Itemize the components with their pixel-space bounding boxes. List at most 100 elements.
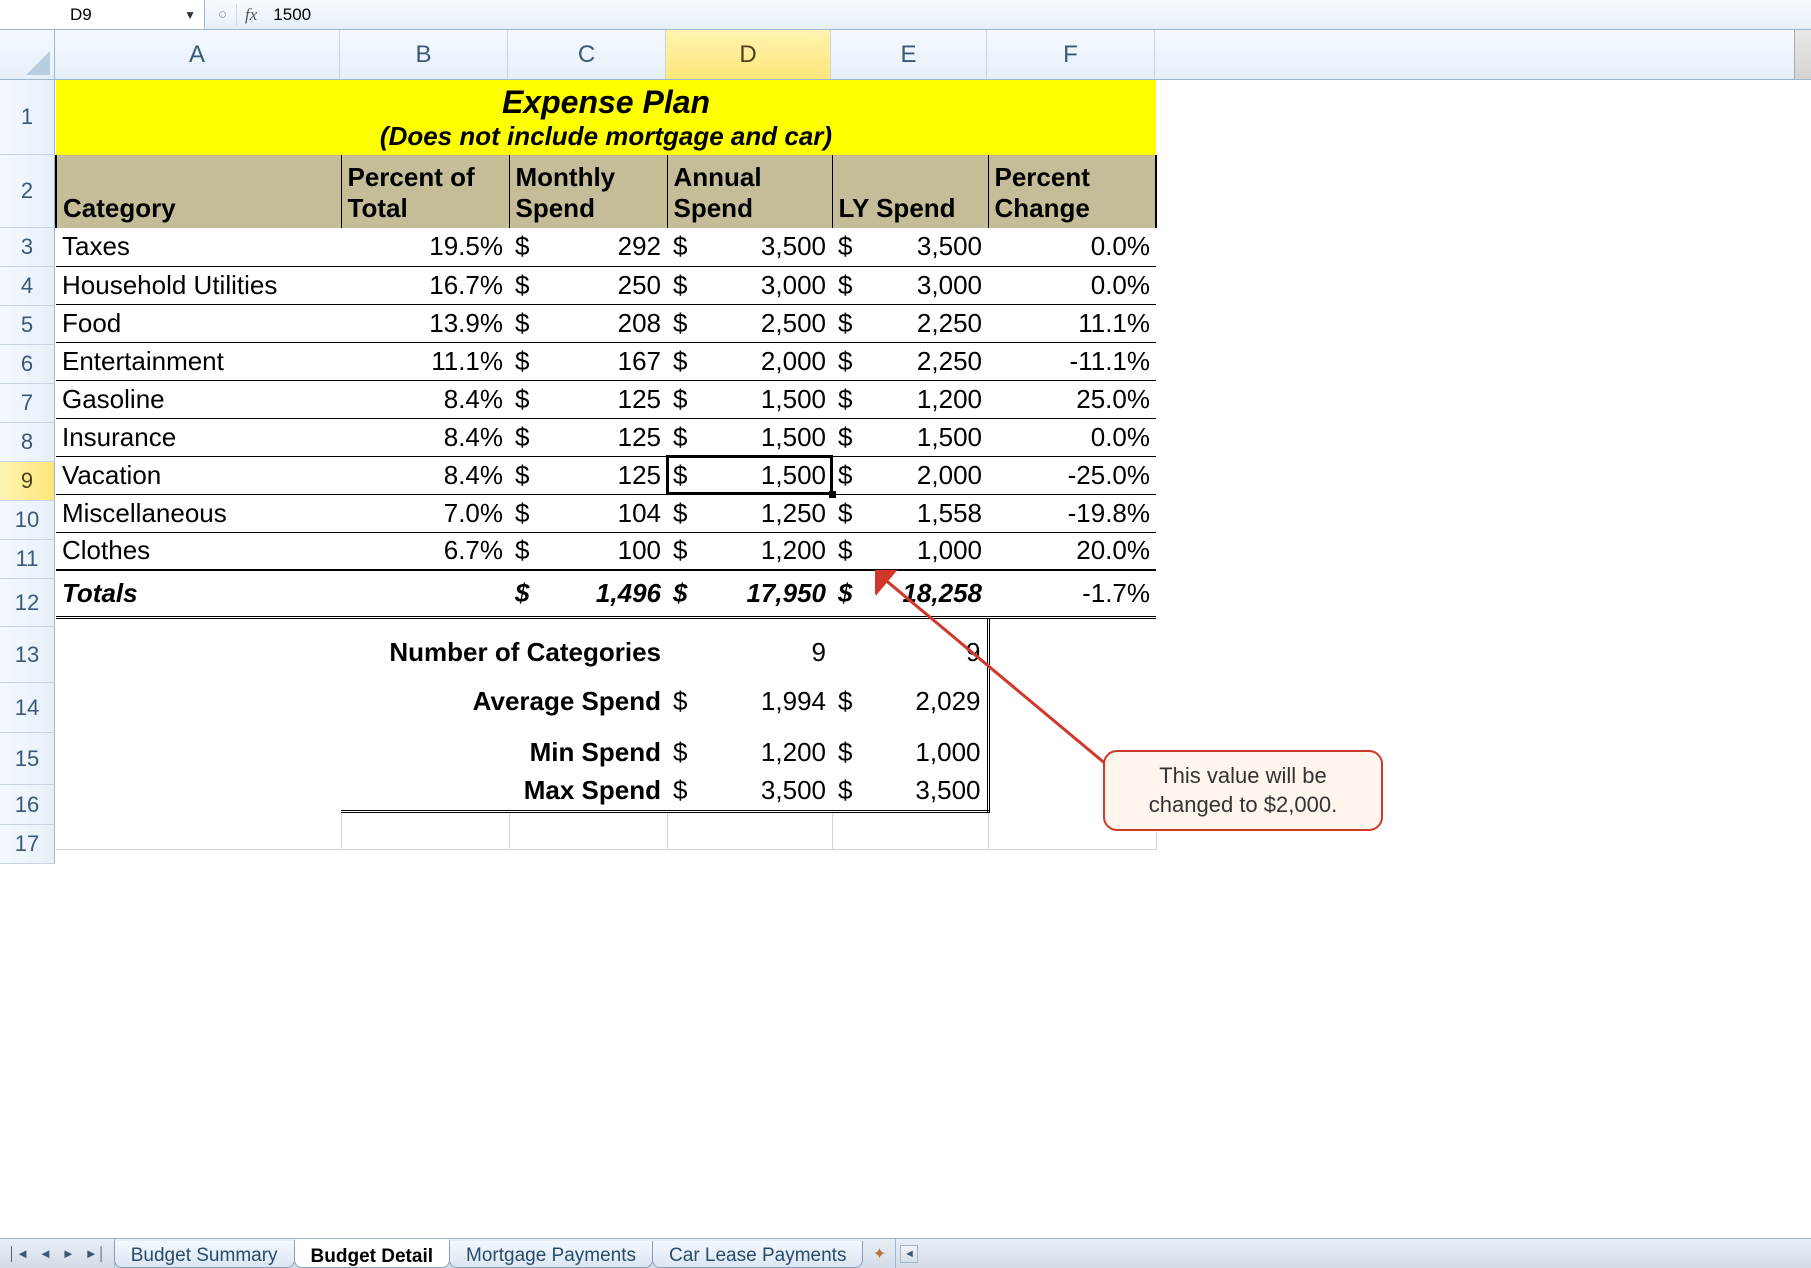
formula-input[interactable]: 1500 (261, 5, 311, 25)
row-header-8[interactable]: 8 (0, 423, 55, 462)
cell-c5[interactable]: $208 (509, 304, 667, 342)
cell-b9[interactable]: 8.4% (341, 456, 509, 494)
cell-a14[interactable] (56, 672, 341, 721)
cell-c11[interactable]: $100 (509, 532, 667, 570)
cell-f13[interactable] (988, 617, 1156, 672)
col-header-e[interactable]: E (831, 30, 987, 79)
row-header-12[interactable]: 12 (0, 579, 55, 627)
cell-d9[interactable]: $1,500 (667, 456, 832, 494)
cell-b11[interactable]: 6.7% (341, 532, 509, 570)
vertical-scrollbar[interactable] (1794, 30, 1811, 79)
select-all-corner[interactable] (0, 30, 55, 79)
cancel-formula-icon[interactable]: ○ (209, 4, 237, 26)
insert-sheet-icon[interactable]: ✦ (863, 1239, 895, 1268)
summary-min-e[interactable]: $1,000 (832, 721, 988, 772)
cell-a13[interactable] (56, 617, 341, 672)
tab-budget-detail[interactable]: Budget Detail (294, 1239, 450, 1268)
col-header-b[interactable]: B (340, 30, 508, 79)
row-header-1[interactable]: 1 (0, 80, 55, 155)
cell-b7[interactable]: 8.4% (341, 380, 509, 418)
totals-e[interactable]: $18,258 (832, 570, 988, 617)
cell-c8[interactable]: $125 (509, 418, 667, 456)
cell-a15[interactable] (56, 721, 341, 772)
summary-max-e[interactable]: $3,500 (832, 772, 988, 811)
cell-d10[interactable]: $1,250 (667, 494, 832, 532)
cell-a4[interactable]: Household Utilities (56, 266, 341, 304)
cell-f11[interactable]: 20.0% (988, 532, 1156, 570)
cell-e6[interactable]: $2,250 (832, 342, 988, 380)
summary-max-label[interactable]: Max Spend (341, 772, 667, 811)
cell-d3[interactable]: $3,500 (667, 228, 832, 266)
tab-nav-first-icon[interactable]: │◄ (6, 1246, 31, 1261)
summary-numcat-e[interactable]: 9 (832, 617, 988, 672)
row-header-5[interactable]: 5 (0, 306, 55, 345)
cell-c10[interactable]: $104 (509, 494, 667, 532)
cell-b5[interactable]: 13.9% (341, 304, 509, 342)
cell-c9[interactable]: $125 (509, 456, 667, 494)
cell-a7[interactable]: Gasoline (56, 380, 341, 418)
cell-f3[interactable]: 0.0% (988, 228, 1156, 266)
summary-min-d[interactable]: $1,200 (667, 721, 832, 772)
row-header-7[interactable]: 7 (0, 384, 55, 423)
hdr-percent[interactable]: Percent of Total (341, 155, 509, 228)
tab-car-lease-payments[interactable]: Car Lease Payments (652, 1241, 863, 1268)
totals-f[interactable]: -1.7% (988, 570, 1156, 617)
row-header-14[interactable]: 14 (0, 683, 55, 733)
row-header-15[interactable]: 15 (0, 733, 55, 785)
cell-f4[interactable]: 0.0% (988, 266, 1156, 304)
cell-e11[interactable]: $1,000 (832, 532, 988, 570)
tab-nav-prev-icon[interactable]: ◄ (37, 1246, 54, 1261)
cell-e4[interactable]: $3,000 (832, 266, 988, 304)
hdr-monthly[interactable]: Monthly Spend (509, 155, 667, 228)
cell-e8[interactable]: $1,500 (832, 418, 988, 456)
cell-f6[interactable]: -11.1% (988, 342, 1156, 380)
cell-f10[interactable]: -19.8% (988, 494, 1156, 532)
hdr-category[interactable]: Category (56, 155, 341, 228)
cell-e7[interactable]: $1,200 (832, 380, 988, 418)
hscroll-left-icon[interactable]: ◄ (900, 1245, 918, 1263)
cell-c3[interactable]: $292 (509, 228, 667, 266)
horizontal-scrollbar[interactable]: ◄ (895, 1239, 1811, 1268)
row-header-11[interactable]: 11 (0, 540, 55, 579)
totals-label[interactable]: Totals (56, 570, 341, 617)
cell-d5[interactable]: $2,500 (667, 304, 832, 342)
cell-e17[interactable] (832, 811, 988, 849)
cell-d4[interactable]: $3,000 (667, 266, 832, 304)
cell-a17[interactable] (56, 811, 341, 849)
col-header-a[interactable]: A (55, 30, 340, 79)
cell-a10[interactable]: Miscellaneous (56, 494, 341, 532)
cell-a9[interactable]: Vacation (56, 456, 341, 494)
cell-b8[interactable]: 8.4% (341, 418, 509, 456)
cell-c6[interactable]: $167 (509, 342, 667, 380)
cell-f5[interactable]: 11.1% (988, 304, 1156, 342)
tab-nav-next-icon[interactable]: ► (60, 1246, 77, 1261)
tab-budget-summary[interactable]: Budget Summary (114, 1241, 295, 1268)
cell-a16[interactable] (56, 772, 341, 811)
tab-nav-last-icon[interactable]: ►│ (83, 1246, 108, 1261)
row-header-17[interactable]: 17 (0, 825, 55, 864)
summary-avg-d[interactable]: $1,994 (667, 672, 832, 721)
cell-d11[interactable]: $1,200 (667, 532, 832, 570)
cell-a11[interactable]: Clothes (56, 532, 341, 570)
spreadsheet-cells[interactable]: Expense Plan (Does not include mortgage … (55, 80, 1811, 864)
cell-a3[interactable]: Taxes (56, 228, 341, 266)
cell-e10[interactable]: $1,558 (832, 494, 988, 532)
col-header-f[interactable]: F (987, 30, 1155, 79)
summary-avg-e[interactable]: $2,029 (832, 672, 988, 721)
dropdown-icon[interactable]: ▼ (184, 8, 196, 22)
summary-numcat-d[interactable]: 9 (667, 617, 832, 672)
totals-d[interactable]: $17,950 (667, 570, 832, 617)
cell-b17[interactable] (341, 811, 509, 849)
cell-f9[interactable]: -25.0% (988, 456, 1156, 494)
tab-mortgage-payments[interactable]: Mortgage Payments (449, 1241, 653, 1268)
row-header-4[interactable]: 4 (0, 267, 55, 306)
cell-a8[interactable]: Insurance (56, 418, 341, 456)
row-header-6[interactable]: 6 (0, 345, 55, 384)
summary-avg-label[interactable]: Average Spend (341, 672, 667, 721)
name-box[interactable]: D9 ▼ (0, 0, 205, 29)
totals-c[interactable]: $1,496 (509, 570, 667, 617)
cell-d6[interactable]: $2,000 (667, 342, 832, 380)
cell-b3[interactable]: 19.5% (341, 228, 509, 266)
fx-icon[interactable]: fx (245, 5, 257, 25)
row-header-13[interactable]: 13 (0, 627, 55, 683)
